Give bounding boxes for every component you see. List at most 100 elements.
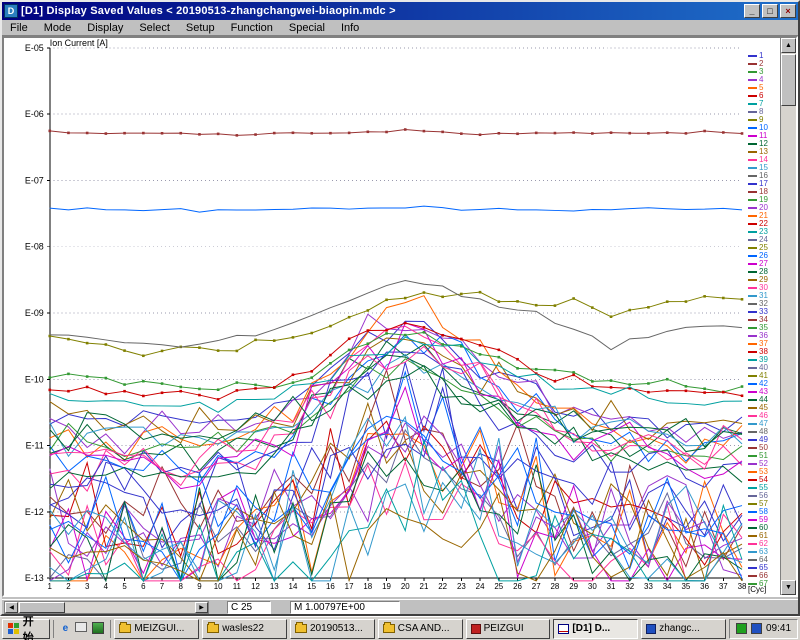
minimize-button[interactable]: _ (744, 4, 760, 18)
menu-item-display[interactable]: Display (79, 21, 131, 35)
tray-status-icon-green[interactable] (735, 623, 747, 634)
series-line-18 (49, 129, 743, 136)
scroll-down-button[interactable]: ▼ (781, 580, 796, 595)
legend-color-swatch (748, 495, 757, 497)
x-tick-label: 25 (494, 582, 503, 591)
window-controls: _ □ × (744, 4, 796, 18)
menu-item-mode[interactable]: Mode (36, 21, 80, 35)
legend-color-swatch (748, 423, 757, 425)
legend-item-5[interactable]: 5 (746, 84, 780, 92)
legend: [Cyc] 1 2 3 4 5 6 7 8 9 10 11 12 13 14 15 16 17 18 19 20 21 2… (746, 38, 780, 595)
y-tick-label: E-08 (25, 242, 44, 252)
x-axis-unit-label: [Cyc] (748, 585, 767, 594)
y-tick-label: E-13 (25, 573, 44, 583)
x-tick-label: 33 (644, 582, 653, 591)
legend-color-swatch (748, 71, 757, 73)
scrollbar-thumb[interactable] (781, 54, 796, 106)
legend-color-swatch (748, 487, 757, 489)
legend-color-swatch (748, 303, 757, 305)
clock: 09:41 (765, 623, 792, 634)
legend-item-1[interactable]: 1 (746, 52, 780, 60)
menu-item-file[interactable]: File (2, 21, 36, 35)
scroll-left-button[interactable]: ◀ (5, 602, 18, 613)
legend-color-swatch (748, 127, 757, 129)
folder-icon (382, 622, 395, 633)
legend-item-8[interactable]: 8 (746, 108, 780, 116)
legend-color-swatch (748, 567, 757, 569)
menu-item-info[interactable]: Info (333, 21, 367, 35)
statusbar: ◀ ▶ C 25 M 1.00797E+00 (2, 599, 798, 614)
y-tick-label: E-06 (25, 109, 44, 119)
legend-item-2[interactable]: 2 (746, 60, 780, 68)
series-markers-22 (48, 321, 744, 401)
legend-color-swatch (748, 159, 757, 161)
legend-color-swatch (748, 175, 757, 177)
menu-item-special[interactable]: Special (281, 21, 333, 35)
show-desktop-icon[interactable] (75, 621, 88, 632)
legend-color-swatch (748, 447, 757, 449)
task-button-20190513[interactable]: 20190513... (290, 618, 375, 639)
x-tick-label: 3 (85, 582, 90, 591)
maximize-button[interactable]: □ (762, 4, 778, 18)
x-tick-label: 17 (345, 582, 354, 591)
menu-item-setup[interactable]: Setup (178, 21, 223, 35)
chart-region: E-05 E-06 E-07 E-08 E-09 E-10 E-11 E-12 E-13 1 2 3 4… (2, 36, 798, 597)
x-tick-label: 6 (141, 582, 146, 591)
close-button[interactable]: × (780, 4, 796, 18)
legend-item-7[interactable]: 7 (746, 100, 780, 108)
app-icon-red (470, 623, 481, 634)
system-tray: 09:41 (728, 618, 799, 639)
x-tick-label: 20 (401, 582, 410, 591)
vertical-scrollbar[interactable]: ▲ ▼ (780, 38, 796, 595)
y-tick-label: E-10 (25, 374, 44, 384)
legend-item-3[interactable]: 3 (746, 68, 780, 76)
legend-color-swatch (748, 519, 757, 521)
legend-color-swatch (748, 535, 757, 537)
legend-item-4[interactable]: 4 (746, 76, 780, 84)
task-button-csa-and[interactable]: CSA AND... (377, 618, 463, 639)
legend-item-6[interactable]: 6 (746, 92, 780, 100)
legend-color-swatch (748, 63, 757, 65)
x-tick-label: 27 (532, 582, 541, 591)
legend-color-swatch (748, 95, 757, 97)
scroll-up-button[interactable]: ▲ (781, 38, 796, 53)
internet-explorer-icon[interactable]: e (58, 622, 72, 636)
menu-item-select[interactable]: Select (131, 21, 178, 35)
x-tick-label: 21 (420, 582, 429, 591)
task-button-wasles22[interactable]: wasles22 (202, 618, 287, 639)
media-app-icon[interactable] (92, 621, 105, 634)
window-title: [D1] Display Saved Values < 20190513-zha… (21, 5, 396, 17)
x-tick-label: 12 (251, 582, 260, 591)
legend-color-swatch (748, 143, 757, 145)
series-line-37 (49, 428, 743, 582)
start-button[interactable]: 开始 (2, 616, 51, 640)
task-button-display-saved-values[interactable]: [D1] D... (553, 618, 639, 639)
x-tick-label: 32 (625, 582, 634, 591)
x-tick-label: 16 (326, 582, 335, 591)
task-button-zhangc[interactable]: zhangc... (641, 618, 726, 639)
x-tick-label: 5 (122, 582, 127, 591)
quick-launch: e (53, 619, 112, 638)
series-line-55 (49, 440, 743, 583)
legend-color-swatch (748, 407, 757, 409)
menu-item-function[interactable]: Function (223, 21, 281, 35)
h-scrollbar-thumb[interactable] (19, 602, 65, 613)
legend-color-swatch (748, 543, 757, 545)
screen: D [D1] Display Saved Values < 20190513-z… (0, 0, 800, 640)
titlebar[interactable]: D [D1] Display Saved Values < 20190513-z… (2, 2, 798, 20)
start-label: 开始 (22, 615, 34, 640)
legend-color-swatch (748, 263, 757, 265)
task-button-peizgui[interactable]: PEIZGUI (465, 618, 551, 639)
legend-color-swatch (748, 111, 757, 113)
x-tick-label: 1 (48, 582, 53, 591)
x-tick-label: 19 (382, 582, 391, 591)
tray-status-icon-blue[interactable] (750, 623, 762, 634)
app-window: D [D1] Display Saved Values < 20190513-z… (0, 0, 800, 616)
menubar: File Mode Display Select Setup Function … (2, 20, 798, 36)
windows-logo-icon (8, 622, 20, 635)
task-button-meizgui[interactable]: MEIZGUI... (114, 618, 200, 639)
legend-color-swatch (748, 399, 757, 401)
legend-color-swatch (748, 279, 757, 281)
scroll-right-button[interactable]: ▶ (195, 602, 208, 613)
legend-color-swatch (748, 391, 757, 393)
